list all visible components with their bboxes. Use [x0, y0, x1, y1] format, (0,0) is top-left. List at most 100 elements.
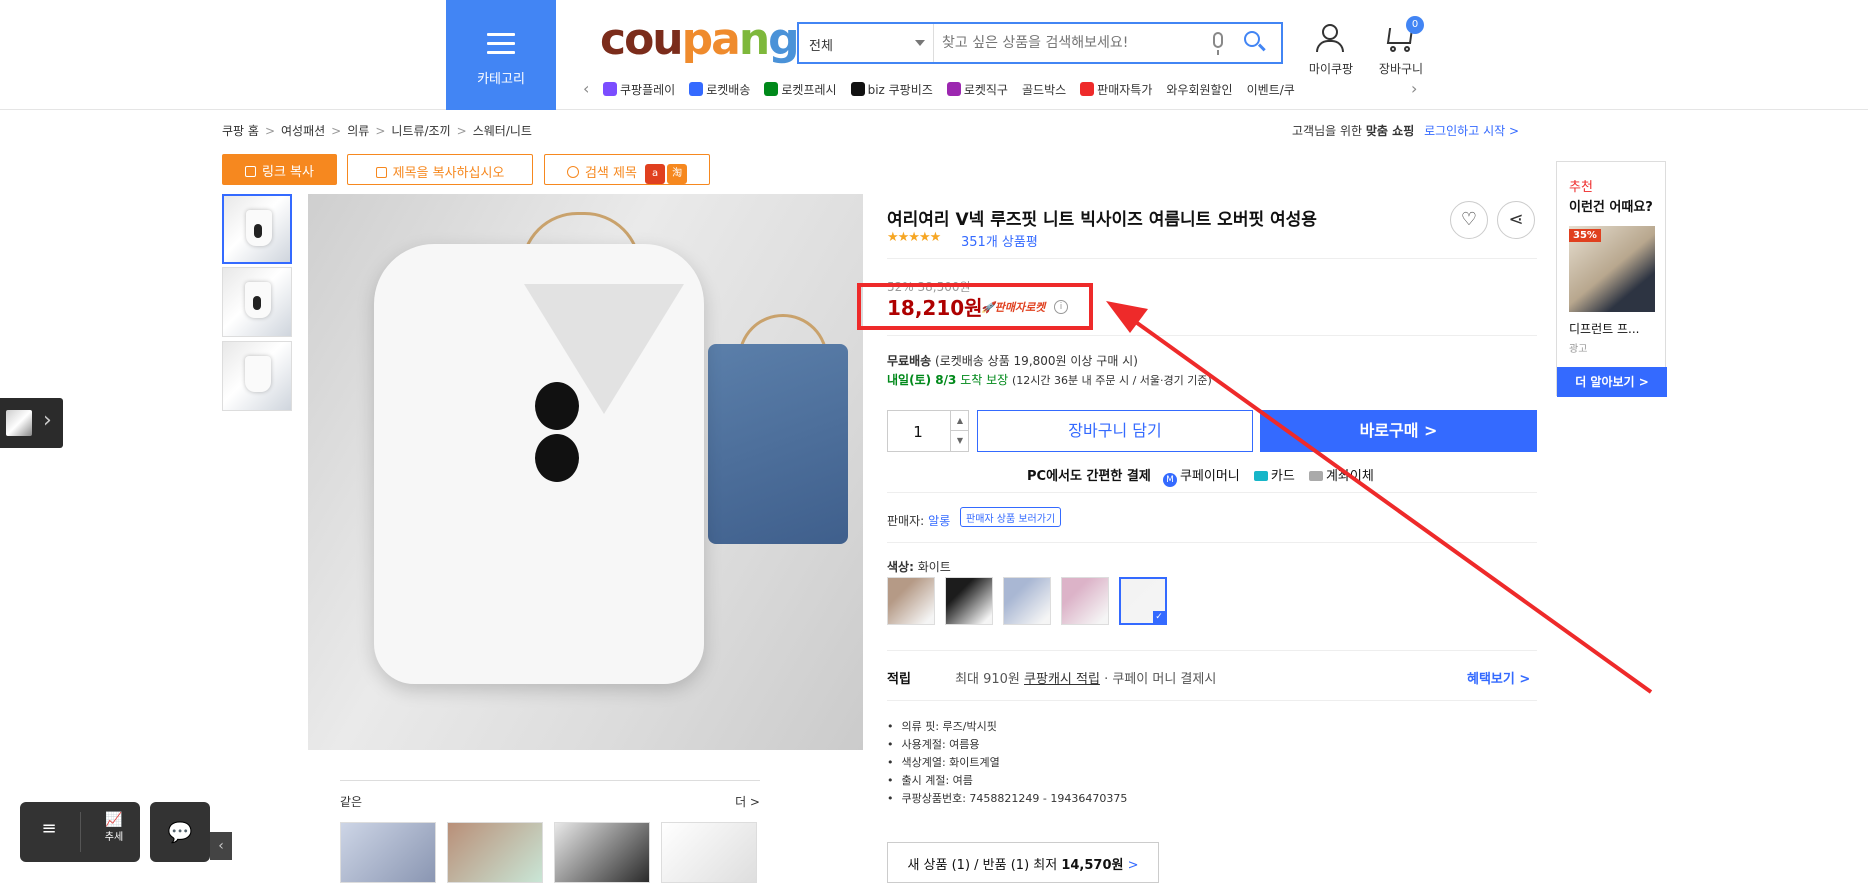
- copy-title-button[interactable]: 제목을 복사하십시오: [347, 154, 533, 185]
- coupang-cash-link[interactable]: 쿠팡캐시 적립: [1024, 672, 1100, 687]
- divider: [887, 492, 1537, 493]
- pay-method: 쿠페이머니: [1179, 469, 1240, 484]
- delivery-condition: (12시간 36분 내 주문 시 / 서울·경기 기준): [1012, 374, 1212, 387]
- chevron-right-icon[interactable]: ›: [43, 408, 52, 433]
- color-option-label: 색상: 화이트: [887, 558, 951, 575]
- similar-product-thumbnail[interactable]: [661, 822, 757, 883]
- gnb-item[interactable]: 로켓직구: [946, 81, 1008, 98]
- breadcrumb-item[interactable]: 니트류/조끼: [391, 124, 450, 138]
- breadcrumb-item[interactable]: 스웨터/니트: [473, 124, 532, 138]
- bank-transfer-icon: [1308, 471, 1323, 481]
- trend-button[interactable]: 📈 추세: [94, 812, 134, 843]
- collapse-button[interactable]: ‹: [210, 832, 232, 860]
- similar-product-thumbnail[interactable]: [340, 822, 436, 883]
- share-icon: ⋖: [1508, 209, 1524, 230]
- recent-viewed-panel[interactable]: ›: [0, 398, 63, 448]
- color-swatch-pink[interactable]: [1061, 577, 1109, 625]
- scroll-top-icon[interactable]: ≡: [36, 818, 62, 844]
- buy-now-button[interactable]: 바로구매 >: [1260, 410, 1537, 452]
- wishlist-button[interactable]: ♡: [1450, 201, 1488, 239]
- seller-products-button[interactable]: 판매자 상품 보러가기: [960, 507, 1062, 527]
- check-icon: ✓: [1153, 611, 1165, 623]
- color-swatch-black[interactable]: [945, 577, 993, 625]
- chevron-right-icon[interactable]: ›: [1411, 79, 1417, 98]
- recent-product-thumbnail[interactable]: [6, 410, 32, 436]
- card-icon: [1253, 471, 1268, 481]
- quantity-value[interactable]: 1: [888, 423, 948, 441]
- gnb-item[interactable]: 이벤트/쿠: [1247, 81, 1295, 98]
- attribute-item: 출시 계절: 여름: [887, 772, 1127, 790]
- pc-payment-info: PC에서도 간편한 결제 M 쿠페이머니 카드 계좌이체: [1027, 465, 1374, 487]
- review-count-link[interactable]: 351개 상품평: [961, 231, 1038, 250]
- product-thumbnail[interactable]: [222, 194, 292, 264]
- product-thumbnail[interactable]: [222, 341, 292, 411]
- attribute-item: 사용계절: 여름용: [887, 736, 1127, 754]
- gnb-item[interactable]: 로켓배송: [689, 81, 750, 98]
- search-icon: [566, 166, 579, 178]
- cart-count-badge: 0: [1406, 16, 1424, 34]
- quantity-down-icon[interactable]: ▼: [950, 431, 969, 451]
- search-title-button[interactable]: 검색 제목 a淘: [544, 154, 710, 185]
- learn-more-button[interactable]: 더 알아보기 >: [1557, 367, 1667, 397]
- search-input[interactable]: [942, 24, 1202, 62]
- my-page-label: 마이쿠팡: [1308, 62, 1354, 76]
- gnb-item[interactable]: 로켓프레시: [764, 81, 837, 98]
- breadcrumb-item[interactable]: 쿠팡 홈: [222, 124, 259, 138]
- coupang-logo[interactable]: coupang: [600, 14, 800, 65]
- quantity-stepper[interactable]: 1 ▲ ▼: [887, 410, 969, 452]
- search-icon[interactable]: [1244, 31, 1260, 47]
- free-shipping-label: 무료배송: [887, 354, 932, 368]
- microphone-icon[interactable]: [1213, 32, 1223, 55]
- new-used-offers-button[interactable]: 새 상품 (1) / 반품 (1) 최저 14,570원 >: [887, 842, 1159, 883]
- color-swatch-sky[interactable]: [1003, 577, 1051, 625]
- recommend-product-name[interactable]: 디프런트 프...: [1569, 320, 1639, 337]
- login-prompt: 고객님을 위한 맞춤 쇼핑 로그인하고 시작 >: [1292, 122, 1519, 139]
- chat-button[interactable]: 💬: [150, 802, 210, 862]
- taobao-icon[interactable]: 淘: [667, 163, 688, 184]
- attribute-item: 의류 핏: 루즈/박시핏: [887, 718, 1127, 736]
- chevron-down-icon: [915, 40, 925, 46]
- login-prompt-bold: 맞춤 쇼핑: [1365, 124, 1415, 138]
- gnb-item-label: 로켓배송: [706, 83, 751, 97]
- category-menu-button[interactable]: 카테고리: [446, 0, 556, 110]
- product-main-image[interactable]: [308, 194, 863, 750]
- shipping-note: (로켓배송 상품 19,800원 이상 구매 시): [935, 354, 1138, 368]
- product-thumbnail[interactable]: [222, 267, 292, 337]
- divider: [887, 700, 1537, 701]
- quantity-up-icon[interactable]: ▲: [950, 411, 969, 431]
- color-swatch-white[interactable]: ✓: [1119, 577, 1167, 625]
- copy-link-button[interactable]: 링크 복사: [222, 154, 337, 185]
- recommend-title: 이런건 어때요?: [1569, 200, 1653, 215]
- recommend-label: 추천: [1569, 180, 1593, 195]
- login-link[interactable]: 로그인하고 시작 >: [1424, 124, 1519, 138]
- chevron-left-icon[interactable]: ‹: [583, 79, 589, 98]
- similar-product-thumbnail[interactable]: [554, 822, 650, 883]
- add-to-cart-button[interactable]: 장바구니 담기: [977, 410, 1253, 452]
- similar-product-thumbnail[interactable]: [447, 822, 543, 883]
- gnb-item[interactable]: 와우회원할인: [1166, 81, 1232, 98]
- similar-more-link[interactable]: 더 >: [735, 793, 760, 810]
- color-swatch-beige[interactable]: [887, 577, 935, 625]
- gnb-item[interactable]: 판매자특가: [1080, 81, 1152, 98]
- search-scope-select[interactable]: 전체: [799, 24, 934, 62]
- gnb-item[interactable]: 쿠팡플레이: [603, 81, 675, 98]
- delivery-info: 내일(토) 8/3 도착 보장 (12시간 36분 내 주문 시 / 서울·경기…: [887, 371, 1212, 388]
- breadcrumb-item[interactable]: 여성패션: [281, 124, 325, 138]
- divider: [887, 650, 1537, 651]
- breadcrumb-item[interactable]: 의류: [347, 124, 369, 138]
- user-icon: [1322, 24, 1338, 40]
- gnb-item[interactable]: biz 쿠팡비즈: [850, 81, 933, 98]
- share-button[interactable]: ⋖: [1497, 201, 1535, 239]
- search-scope-value: 전체: [809, 39, 833, 54]
- category-label: 카테고리: [477, 72, 525, 87]
- gnb-item[interactable]: 골드박스: [1022, 81, 1066, 98]
- heart-icon: ♡: [1460, 209, 1478, 230]
- chevron-right-icon: >: [1127, 858, 1139, 873]
- chat-icon: 💬: [167, 820, 193, 844]
- breadcrumb: 쿠팡 홈 > 여성패션 > 의류 > 니트류/조끼 > 스웨터/니트: [222, 122, 538, 139]
- gnb-item-label: 로켓직구: [963, 83, 1008, 97]
- view-benefits-link[interactable]: 혜택보기 >: [1467, 668, 1530, 687]
- ali-icon[interactable]: a: [645, 163, 666, 184]
- gnb-item-icon: [764, 82, 779, 96]
- seller-name-link[interactable]: 알롱: [928, 514, 950, 528]
